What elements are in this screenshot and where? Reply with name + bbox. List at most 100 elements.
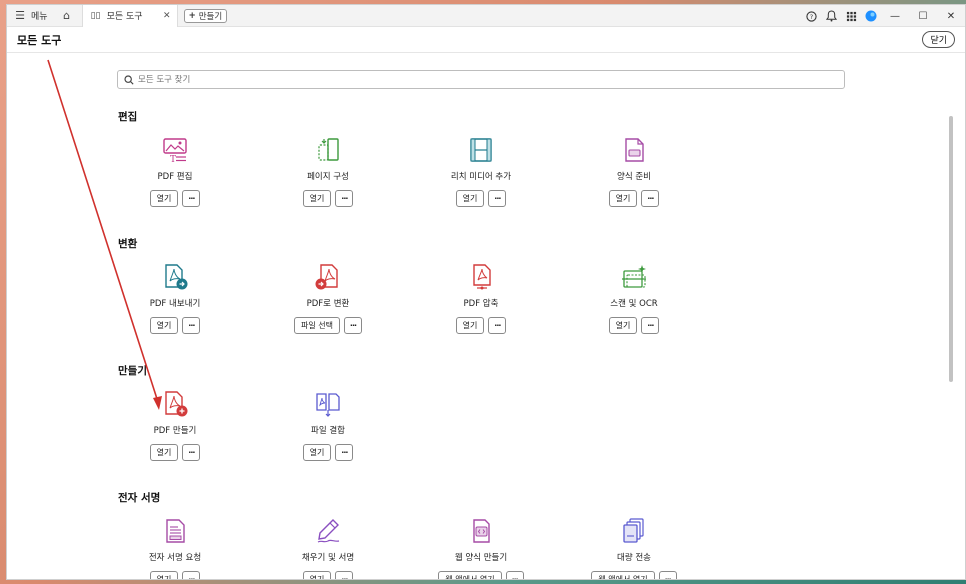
minimize-icon[interactable]: — xyxy=(881,11,909,22)
tool-name: 전자 서명 요청 xyxy=(148,553,202,563)
tool-combine-files: 파일 결합 열기 ··· xyxy=(258,390,398,461)
tool-name: PDF로 변환 xyxy=(306,299,350,309)
choose-file-button[interactable]: 파일 선택 xyxy=(294,317,340,334)
more-options-button[interactable]: ··· xyxy=(505,571,524,579)
plus-icon: + xyxy=(188,10,196,21)
search-icon xyxy=(124,70,134,89)
page-title: 모든 도구 xyxy=(17,33,62,47)
tool-scan-ocr: 스캔 및 OCR 열기 ··· xyxy=(564,263,704,334)
web-form-icon xyxy=(467,517,495,545)
more-options-button[interactable]: ··· xyxy=(488,317,507,334)
title-bar: ☰ 메뉴 ⌂ ▯▯ 모든 도구 ✕ + 만들기 ? — ☐ ✕ xyxy=(7,5,965,27)
help-icon[interactable]: ? xyxy=(804,9,818,23)
scrollbar[interactable] xyxy=(949,116,953,382)
tool-organize-pages: 페이지 구성 열기 ··· xyxy=(258,136,398,207)
maximize-icon[interactable]: ☐ xyxy=(909,11,937,22)
tool-name: PDF 압축 xyxy=(463,299,499,309)
tool-pdf-edit: T PDF 편집 열기 ··· xyxy=(105,136,245,207)
open-button[interactable]: 열기 xyxy=(302,571,332,579)
tab-label: 모든 도구 xyxy=(106,12,143,22)
app-window: ☰ 메뉴 ⌂ ▯▯ 모든 도구 ✕ + 만들기 ? — ☐ ✕ 모든 도구 닫기… xyxy=(6,4,966,580)
title-bar-right: ? — ☐ ✕ xyxy=(801,5,965,27)
form-document-icon xyxy=(620,136,648,164)
svg-text:T: T xyxy=(170,155,176,164)
tool-export-pdf: PDF 내보내기 열기 ··· xyxy=(105,263,245,334)
export-pdf-icon xyxy=(161,263,189,291)
search-input[interactable] xyxy=(138,74,818,85)
more-options-button[interactable]: ··· xyxy=(641,190,660,207)
tool-name: PDF 내보내기 xyxy=(149,299,201,309)
open-button[interactable]: 열기 xyxy=(302,190,332,207)
search-box[interactable] xyxy=(117,70,845,89)
open-button[interactable]: 열기 xyxy=(608,190,638,207)
new-label: 만들기 xyxy=(198,11,223,22)
organize-pages-icon xyxy=(314,136,342,164)
tool-rich-media: 리치 미디어 추가 열기 ··· xyxy=(411,136,551,207)
tool-prepare-form: 양식 준비 열기 ··· xyxy=(564,136,704,207)
close-tab-icon[interactable]: ✕ xyxy=(163,11,171,21)
more-options-button[interactable]: ··· xyxy=(658,571,677,579)
film-strip-icon xyxy=(467,136,495,164)
tools-tab-icon: ▯▯ xyxy=(90,10,101,21)
more-options-button[interactable]: ··· xyxy=(343,317,362,334)
open-button[interactable]: 열기 xyxy=(149,190,179,207)
more-options-button[interactable]: ··· xyxy=(335,190,354,207)
open-button[interactable]: 열기 xyxy=(608,317,638,334)
account-avatar-icon[interactable] xyxy=(864,9,878,23)
open-in-web-button[interactable]: 웹 앱에서 열기 xyxy=(438,571,502,579)
tool-name: 파일 결합 xyxy=(311,426,345,436)
tool-name: PDF 편집 xyxy=(157,172,193,182)
tool-name: 대량 전송 xyxy=(617,553,651,563)
open-button[interactable]: 열기 xyxy=(149,571,179,579)
tool-name: 양식 준비 xyxy=(617,172,651,182)
more-options-button[interactable]: ··· xyxy=(335,571,354,579)
close-button[interactable]: 닫기 xyxy=(922,31,955,48)
tool-convert-to-pdf: PDF로 변환 파일 선택 ··· xyxy=(258,263,398,334)
image-text-edit-icon: T xyxy=(161,136,189,165)
open-button[interactable]: 열기 xyxy=(455,317,485,334)
page-header: 모든 도구 닫기 xyxy=(7,27,965,53)
compress-pdf-icon xyxy=(467,263,495,291)
home-icon[interactable]: ⌂ xyxy=(60,9,74,23)
tool-create-pdf: PDF 만들기 열기 ··· xyxy=(105,390,245,461)
tool-name: 스캔 및 OCR xyxy=(610,299,658,309)
tab-all-tools[interactable]: ▯▯ 모든 도구 ✕ xyxy=(81,5,178,27)
more-options-button[interactable]: ··· xyxy=(641,317,660,334)
hamburger-icon: ☰ xyxy=(15,9,25,22)
request-signature-icon xyxy=(161,517,189,545)
notification-bell-icon[interactable] xyxy=(824,9,838,23)
open-button[interactable]: 열기 xyxy=(302,444,332,461)
apps-grid-icon[interactable] xyxy=(844,9,858,23)
more-options-button[interactable]: ··· xyxy=(182,190,201,207)
new-create-button[interactable]: + 만들기 xyxy=(183,8,228,23)
open-in-web-button[interactable]: 웹 앱에서 열기 xyxy=(591,571,655,579)
tools-content: 편집 T PDF 편집 열기 ··· 페이지 구성 열기 ··· xyxy=(7,54,955,579)
tool-name: 리치 미디어 추가 xyxy=(450,172,512,182)
more-options-button[interactable]: ··· xyxy=(182,317,201,334)
scan-ocr-icon xyxy=(620,263,648,291)
tool-bulk-send: 대량 전송 웹 앱에서 열기 ··· xyxy=(564,517,704,579)
tool-fill-sign: 채우기 및 서명 열기 ··· xyxy=(258,517,398,579)
menu-label: 메뉴 xyxy=(31,12,48,22)
more-options-button[interactable]: ··· xyxy=(182,444,201,461)
tool-web-form: 웹 양식 만들기 웹 앱에서 열기 ··· xyxy=(411,517,551,579)
more-options-button[interactable]: ··· xyxy=(182,571,201,579)
open-button[interactable]: 열기 xyxy=(455,190,485,207)
section-title-create: 만들기 xyxy=(118,365,147,377)
tool-compress-pdf: PDF 압축 열기 ··· xyxy=(411,263,551,334)
more-options-button[interactable]: ··· xyxy=(335,444,354,461)
tool-name: 페이지 구성 xyxy=(307,172,349,182)
tool-name: 웹 양식 만들기 xyxy=(454,553,508,563)
open-button[interactable]: 열기 xyxy=(149,444,179,461)
tool-name: PDF 만들기 xyxy=(153,426,197,436)
bulk-send-icon xyxy=(620,517,648,545)
more-options-button[interactable]: ··· xyxy=(488,190,507,207)
tool-name: 채우기 및 서명 xyxy=(301,553,355,563)
open-button[interactable]: 열기 xyxy=(149,317,179,334)
section-title-edit: 편집 xyxy=(118,111,138,123)
pen-signature-icon xyxy=(314,517,342,545)
window-close-icon[interactable]: ✕ xyxy=(937,11,965,22)
combine-files-icon xyxy=(314,390,342,418)
menu-button[interactable]: ☰ 메뉴 xyxy=(7,5,54,26)
create-pdf-icon xyxy=(161,390,189,418)
